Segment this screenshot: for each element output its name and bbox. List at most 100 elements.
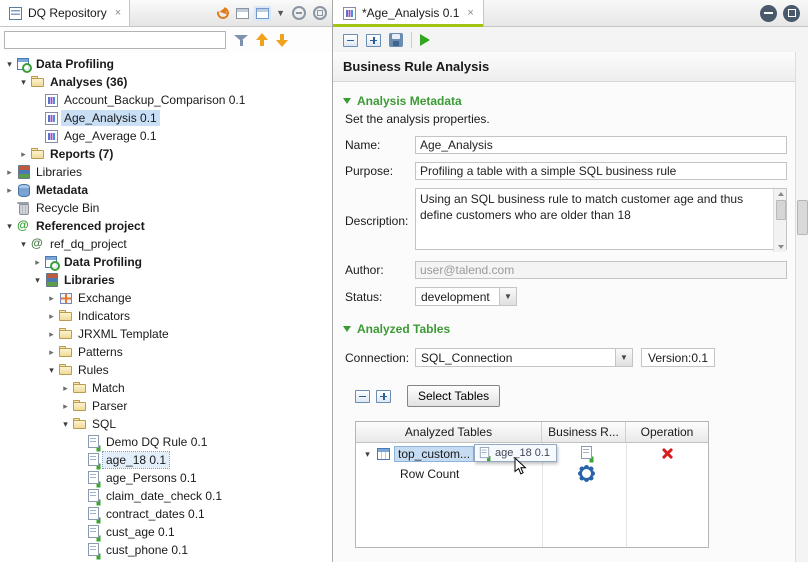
tree-item[interactable]: ▾ ref_dq_project	[0, 235, 332, 253]
save-icon[interactable]	[389, 33, 403, 47]
tree-item[interactable]: ▾Libraries	[0, 271, 332, 289]
tree-item[interactable]: ▾ SQL	[0, 415, 332, 433]
collapsed-expander-icon[interactable]: ▸	[45, 329, 58, 340]
purpose-field[interactable]	[415, 162, 787, 180]
indicator-name[interactable]: Row Count	[400, 467, 459, 481]
section-analysis-metadata[interactable]: Analysis Metadata	[343, 94, 787, 108]
expand-all-icon[interactable]	[366, 34, 381, 47]
collapsed-expander-icon[interactable]: ▸	[59, 383, 72, 394]
tree-item-label[interactable]: cust_phone 0.1	[103, 542, 191, 558]
tree-item[interactable]: Recycle Bin	[0, 199, 332, 217]
description-scrollbar[interactable]	[773, 189, 786, 252]
tree-item-label[interactable]: Age_Average 0.1	[61, 128, 160, 144]
minimize-icon[interactable]	[760, 5, 777, 22]
tree-item[interactable]: ▸ Exchange	[0, 289, 332, 307]
column-header[interactable]: Analyzed Tables	[356, 422, 542, 442]
tree-item-label[interactable]: Analyses (36)	[47, 74, 130, 90]
tree-item-label[interactable]: Data Profiling	[61, 254, 145, 270]
tree-item-label[interactable]: Metadata	[33, 182, 91, 198]
maximize-icon[interactable]	[313, 6, 327, 20]
tree-item[interactable]: ▾Referenced project	[0, 217, 332, 235]
filter-input[interactable]	[4, 31, 226, 49]
collapsed-expander-icon[interactable]: ▸	[3, 167, 16, 178]
tree-item-label[interactable]: ref_dq_project	[47, 236, 130, 252]
analyzed-table-name[interactable]: top_custom...	[394, 446, 474, 462]
section-analyzed-tables[interactable]: Analyzed Tables	[343, 322, 787, 336]
refresh-icon[interactable]	[215, 5, 231, 21]
run-icon[interactable]	[420, 34, 430, 46]
tree-item-label[interactable]: Demo DQ Rule 0.1	[103, 434, 210, 450]
expanded-expander-icon[interactable]: ▾	[3, 59, 16, 70]
tree-item[interactable]: Demo DQ Rule 0.1	[0, 433, 332, 451]
description-field[interactable]: Using an SQL business rule to match cust…	[415, 188, 787, 250]
expanded-expander-icon[interactable]: ▾	[59, 419, 72, 430]
menu-chevron-icon[interactable]: ▼	[276, 8, 285, 18]
collapsed-expander-icon[interactable]: ▸	[31, 257, 44, 268]
section-expand-icon[interactable]	[343, 98, 351, 104]
tab-age-analysis[interactable]: *Age_Analysis 0.1 ×	[333, 0, 484, 26]
tree-item-label[interactable]: age_Persons 0.1	[103, 470, 200, 486]
tree-item[interactable]: ▾Rules	[0, 361, 332, 379]
scrollbar-thumb[interactable]	[797, 200, 808, 235]
tree-item-label[interactable]: Parser	[89, 398, 130, 414]
tree-item-label[interactable]: Referenced project	[33, 218, 148, 234]
collapsed-expander-icon[interactable]: ▸	[17, 149, 30, 160]
status-dropdown[interactable]: development ▼	[415, 287, 517, 306]
tree-item-label[interactable]: claim_date_check 0.1	[103, 488, 225, 504]
column-header[interactable]: Operation	[626, 422, 708, 442]
tree-item[interactable]: contract_dates 0.1	[0, 505, 332, 523]
tree-item[interactable]: cust_age 0.1	[0, 523, 332, 541]
collapsed-expander-icon[interactable]: ▸	[45, 311, 58, 322]
tree-item-label[interactable]: SQL	[89, 416, 119, 432]
tree-item[interactable]: ▸Patterns	[0, 343, 332, 361]
tree-item-label[interactable]: Exchange	[75, 290, 134, 306]
connection-dropdown[interactable]: SQL_Connection ▼	[415, 348, 633, 367]
tree-item[interactable]: Age_Average 0.1	[0, 127, 332, 145]
tree-item[interactable]: ▾ Data Profiling	[0, 55, 332, 73]
expanded-expander-icon[interactable]: ▾	[362, 449, 373, 460]
expand-tables-icon[interactable]	[376, 390, 391, 403]
column-header[interactable]: Business R...	[542, 422, 626, 442]
tree-item-label[interactable]: Data Profiling	[33, 56, 117, 72]
collapsed-expander-icon[interactable]: ▸	[45, 293, 58, 304]
expanded-expander-icon[interactable]: ▾	[17, 239, 30, 250]
chevron-down-icon[interactable]: ▼	[615, 349, 632, 366]
tree-item-label[interactable]: cust_age 0.1	[103, 524, 178, 540]
scrollbar-thumb[interactable]	[776, 200, 786, 220]
collapse-all-icon[interactable]	[343, 34, 358, 47]
tree-item-label[interactable]: Patterns	[75, 344, 126, 360]
close-icon[interactable]: ×	[467, 7, 473, 19]
minimize-icon[interactable]	[292, 6, 306, 20]
tab-dq-repository[interactable]: DQ Repository ×	[0, 0, 130, 26]
expanded-expander-icon[interactable]: ▾	[45, 365, 58, 376]
tree-item[interactable]: ▸ Libraries	[0, 163, 332, 181]
tree-item[interactable]: ▸ Match	[0, 379, 332, 397]
tree-item[interactable]: Account_Backup_Comparison 0.1	[0, 91, 332, 109]
tree-item[interactable]: ▸ Parser	[0, 397, 332, 415]
tree-item[interactable]: ▸Metadata	[0, 181, 332, 199]
move-up-icon[interactable]	[256, 33, 268, 47]
move-down-icon[interactable]	[276, 33, 288, 47]
tree-item-label[interactable]: Indicators	[75, 308, 133, 324]
tree-item[interactable]: cust_phone 0.1	[0, 541, 332, 559]
business-rule-icon[interactable]	[579, 446, 594, 460]
filter-icon[interactable]	[234, 34, 248, 47]
expanded-expander-icon[interactable]: ▾	[17, 77, 30, 88]
table-row[interactable]: Row Count	[356, 465, 708, 483]
tree-item[interactable]: ▸ Data Profiling	[0, 253, 332, 271]
name-field[interactable]	[415, 136, 787, 154]
tree-item[interactable]: Age_Analysis 0.1	[0, 109, 332, 127]
tree-item-label[interactable]: Age_Analysis 0.1	[61, 110, 160, 126]
tree-item-label[interactable]: age_18 0.1	[103, 452, 169, 468]
collapse-tables-icon[interactable]	[355, 390, 370, 403]
tree-item-label[interactable]: Reports (7)	[47, 146, 116, 162]
tree-item-label[interactable]: Match	[89, 380, 128, 396]
select-tables-button[interactable]: Select Tables	[407, 385, 500, 407]
tree-item-label[interactable]: Libraries	[33, 164, 85, 180]
tree-item[interactable]: age_18 0.1	[0, 451, 332, 469]
section-expand-icon[interactable]	[343, 326, 351, 332]
maximize-icon[interactable]	[783, 5, 800, 22]
tree-item[interactable]: ▾ Analyses (36)	[0, 73, 332, 91]
collapsed-expander-icon[interactable]: ▸	[59, 401, 72, 412]
editor-scrollbar[interactable]	[795, 52, 808, 562]
